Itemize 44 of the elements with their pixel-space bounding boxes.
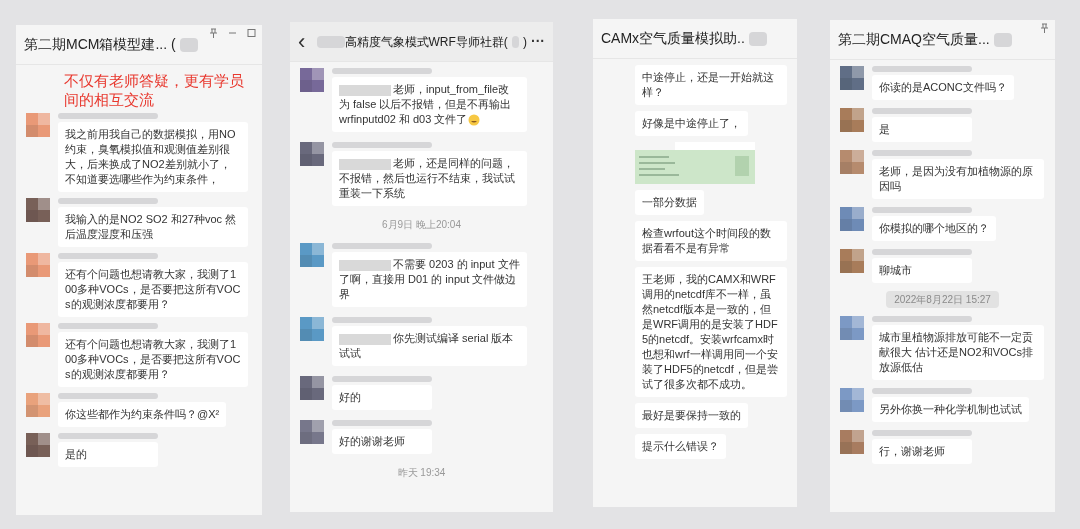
maximize-icon[interactable] bbox=[247, 28, 256, 38]
message-bubble: 还有个问题也想请教大家，我测了100多种VOCs，是否要把这所有VOCs的观测浓度都要用？ bbox=[58, 262, 248, 317]
timestamp: 2022年8月22日 15:27 bbox=[886, 291, 999, 308]
chat-title: ) bbox=[523, 33, 527, 51]
chat-title: 第二期CMAQ空气质量... bbox=[838, 30, 990, 49]
chat-title: 高精度气象模式WRF导师社群( bbox=[344, 33, 508, 51]
message-bubble: 我之前用我自己的数据模拟，用NO约束，臭氧模拟值和观测值差别很大，后来换成了NO2差别就小了，不知道要选哪些作为约束条件， bbox=[58, 122, 248, 192]
message-bubble: 我输入的是NO2 SO2 和27种voc 然后温度湿度和压强 bbox=[58, 207, 248, 247]
message-bubble: 是 bbox=[872, 117, 972, 142]
message-bubble: 老师，input_from_file改为 false 以后不报错，但是不再输出 wrfinputd02 和 d03 文件了 bbox=[332, 77, 527, 132]
chat-title: CAMx空气质量模拟助.. bbox=[601, 29, 745, 48]
message-bubble: 你这些都作为约束条件吗？@X² bbox=[58, 402, 227, 427]
blurred-name bbox=[179, 37, 198, 52]
pin-icon[interactable] bbox=[209, 28, 218, 38]
more-button[interactable]: ··· bbox=[531, 31, 545, 52]
message-bubble: 你读的是ACONC文件吗？ bbox=[872, 75, 1014, 100]
message-bubble: 是的 bbox=[58, 442, 158, 467]
chat-title: 第二期MCM箱模型建... ( bbox=[24, 35, 176, 54]
message-bubble: 行，谢谢老师 bbox=[872, 439, 972, 464]
message-bubble: 王老师，我的CAMX和WRF调用的netcdf库不一样，虽然netcdf版本是一致的，但是WRF调用的是安装了HDF5的netcdf。安装wrfcamx时也想和wrf一样调用同一个安装了HDF5的netcdf，但是尝试了很多次都不成功。 bbox=[635, 267, 787, 397]
message-bubble: 好像是中途停止了， bbox=[635, 111, 748, 136]
message-bubble: 中途停止，还是一开始就这样？ bbox=[635, 65, 787, 105]
message-bubble: 一部分数据 bbox=[635, 190, 704, 215]
pin-icon[interactable] bbox=[1040, 23, 1049, 33]
message-bubble: 好的 bbox=[332, 385, 432, 410]
timestamp: 昨天 19:34 bbox=[396, 466, 447, 480]
blurred-name bbox=[748, 31, 767, 46]
message-bubble: 不需要 0203 的 input 文件了啊，直接用 D01 的 input 文件做边界 bbox=[332, 252, 527, 307]
message-bubble: 老师，还是同样的问题，不报错，然后也运行不结束，我试试重装一下系统 bbox=[332, 151, 527, 206]
message-bubble: 城市里植物源排放可能不一定贡献很大 估计还是NO2和VOCs排放源低估 bbox=[872, 325, 1044, 380]
timestamp: 6月9日 晚上20:04 bbox=[381, 218, 462, 232]
message-bubble: 你先测试编译 serial 版本试试 bbox=[332, 326, 527, 366]
annotation-text: 不仅有老师答疑，更有学员间的相互交流 bbox=[63, 71, 245, 109]
blurred-name bbox=[993, 32, 1012, 47]
message-bubble: 另外你换一种化学机制也试试 bbox=[872, 397, 1029, 422]
message-bubble: 老师，是因为没有加植物源的原因吗 bbox=[872, 159, 1044, 199]
back-button[interactable]: ‹ bbox=[298, 30, 306, 53]
message-bubble: 你模拟的哪个地区的？ bbox=[872, 216, 996, 241]
message-bubble: 好的谢谢老师 bbox=[332, 429, 432, 454]
message-bubble: 聊城市 bbox=[872, 258, 972, 283]
message-bubble: 还有个问题也想请教大家，我测了100多种VOCs，是否要把这所有VOCs的观测浓度都要用？ bbox=[58, 332, 248, 387]
message-bubble: 最好是要保持一致的 bbox=[635, 403, 748, 428]
message-bubble: 检查wrfout这个时间段的数据看看不是有异常 bbox=[635, 221, 787, 261]
message-bubble: 提示什么错误？ bbox=[635, 434, 726, 459]
